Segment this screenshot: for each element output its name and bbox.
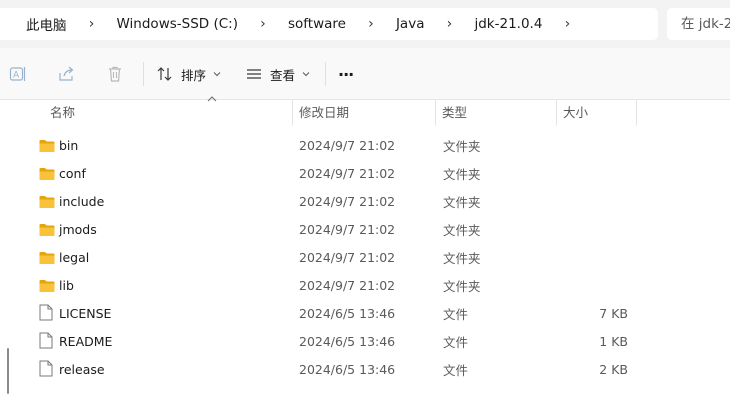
column-header-type[interactable]: 类型 (436, 100, 557, 126)
column-date-label: 修改日期 (299, 105, 350, 120)
file-date: 2024/9/7 21:02 (299, 221, 396, 237)
delete-button[interactable] (105, 62, 125, 86)
folder-icon (39, 166, 55, 185)
breadcrumb-jdk[interactable]: jdk-21.0.4 (474, 16, 542, 32)
file-date: 2024/6/5 13:46 (299, 361, 396, 377)
file-row[interactable]: LICENSE 2024/6/5 13:46 文件 7 KB (30, 299, 630, 327)
breadcrumb-drive[interactable]: Windows-SSD (C:) (117, 16, 238, 32)
file-type: 文件夹 (443, 166, 481, 182)
file-size: 1 KB (599, 333, 628, 349)
command-bar: A 排序 查看 ··· (0, 48, 730, 100)
file-date: 2024/6/5 13:46 (299, 333, 396, 349)
share-icon (59, 66, 74, 81)
file-name: conf (59, 165, 86, 181)
file-size: 7 KB (599, 305, 628, 321)
file-row[interactable]: legal 2024/9/7 21:02 文件夹 (30, 243, 630, 271)
file-name: release (59, 361, 105, 377)
breadcrumb-software[interactable]: software (288, 16, 346, 32)
sort-ascending-icon (207, 96, 217, 102)
sort-button[interactable]: 排序 (155, 62, 221, 86)
sort-label: 排序 (181, 67, 207, 83)
toolbar-separator (325, 62, 326, 86)
file-name: LICENSE (59, 305, 112, 321)
file-list: 名称 修改日期 类型 大小 bin 2024/9/7 21:02 文件夹 conf 20… (0, 96, 730, 395)
file-date: 2024/9/7 21:02 (299, 137, 396, 153)
file-name: bin (59, 137, 79, 153)
file-name: include (59, 193, 105, 209)
column-header-name[interactable]: 名称 (44, 96, 293, 126)
file-date: 2024/9/7 21:02 (299, 165, 396, 181)
column-header-row: 名称 修改日期 类型 大小 (0, 96, 730, 126)
file-type: 文件 (443, 362, 469, 378)
address-bar-area: 此电脑 › Windows-SSD (C:) › software › Java… (0, 0, 730, 48)
file-name: lib (59, 277, 74, 293)
more-options-button[interactable]: ··· (338, 62, 354, 86)
search-input[interactable] (681, 16, 730, 32)
file-row[interactable]: README 2024/6/5 13:46 文件 1 KB (30, 327, 630, 355)
file-row[interactable]: jmods 2024/9/7 21:02 文件夹 (30, 215, 630, 243)
column-header-date[interactable]: 修改日期 (293, 100, 436, 126)
file-size: 2 KB (599, 361, 628, 377)
scrollbar[interactable] (7, 348, 9, 394)
file-row[interactable]: include 2024/9/7 21:02 文件夹 (30, 187, 630, 215)
more-icon: ··· (338, 64, 354, 84)
folder-icon (39, 222, 55, 241)
view-label: 查看 (270, 67, 296, 83)
folder-icon (39, 250, 55, 269)
folder-icon (39, 278, 55, 297)
file-date: 2024/9/7 21:02 (299, 193, 396, 209)
chevron-down-icon (213, 72, 221, 77)
chevron-down-icon (302, 72, 310, 77)
sort-icon (157, 67, 172, 81)
toolbar-separator (143, 62, 144, 86)
file-type: 文件夹 (443, 278, 481, 294)
view-button[interactable]: 查看 (244, 62, 310, 86)
rename-button[interactable]: A (8, 62, 28, 86)
file-date: 2024/9/7 21:02 (299, 249, 396, 265)
search-box[interactable] (667, 8, 730, 40)
file-row[interactable]: release 2024/6/5 13:46 文件 2 KB (30, 355, 630, 383)
file-type: 文件 (443, 306, 469, 322)
file-date: 2024/6/5 13:46 (299, 305, 396, 321)
column-size-label: 大小 (563, 105, 589, 120)
chevron-right-icon[interactable]: › (360, 16, 382, 32)
trash-icon (109, 66, 121, 82)
file-date: 2024/9/7 21:02 (299, 277, 396, 293)
chevron-right-icon[interactable]: › (438, 16, 460, 32)
breadcrumb[interactable]: 此电脑 › Windows-SSD (C:) › software › Java… (0, 8, 658, 40)
column-name-label: 名称 (50, 105, 76, 120)
share-button[interactable] (57, 62, 77, 86)
file-row[interactable]: lib 2024/9/7 21:02 文件夹 (30, 271, 630, 299)
file-icon (39, 332, 53, 353)
file-name: legal (59, 249, 90, 265)
chevron-right-icon[interactable]: › (252, 16, 274, 32)
svg-text:A: A (13, 71, 20, 81)
chevron-right-icon[interactable]: › (81, 16, 103, 32)
breadcrumb-java[interactable]: Java (396, 16, 425, 32)
folder-icon (39, 194, 55, 213)
file-icon (39, 304, 53, 325)
file-row[interactable]: conf 2024/9/7 21:02 文件夹 (30, 159, 630, 187)
chevron-right-icon[interactable]: › (556, 16, 578, 32)
file-name: jmods (59, 221, 97, 237)
file-row[interactable]: bin 2024/9/7 21:02 文件夹 (30, 131, 630, 159)
folder-icon (39, 138, 55, 157)
file-type: 文件 (443, 334, 469, 350)
file-name: README (59, 333, 113, 349)
file-type: 文件夹 (443, 222, 481, 238)
column-type-label: 类型 (442, 105, 468, 120)
file-type: 文件夹 (443, 194, 481, 210)
file-type: 文件夹 (443, 138, 481, 154)
view-list-icon (247, 69, 261, 79)
file-type: 文件夹 (443, 250, 481, 266)
file-icon (39, 360, 53, 381)
rename-icon: A (9, 67, 26, 81)
breadcrumb-this-pc[interactable]: 此电脑 (26, 14, 67, 34)
column-header-size[interactable]: 大小 (557, 100, 637, 126)
